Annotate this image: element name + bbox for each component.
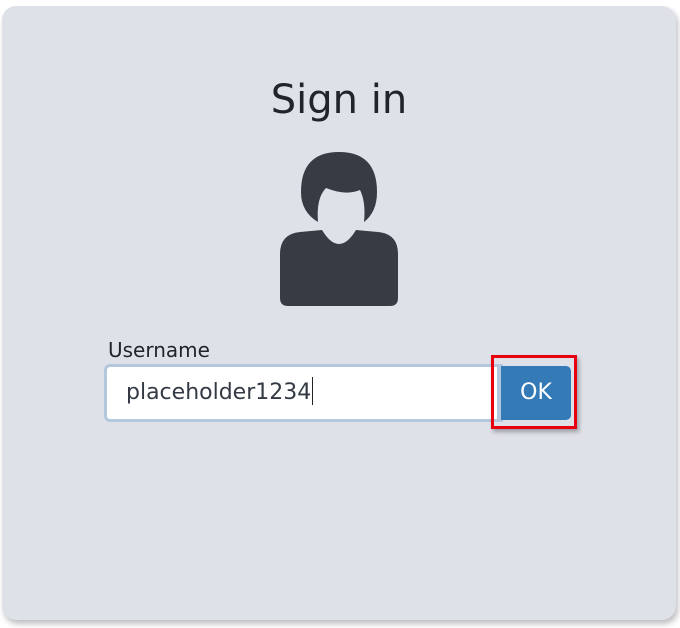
ok-button[interactable]: OK <box>501 366 571 420</box>
username-input[interactable]: placeholder1234 <box>104 364 500 422</box>
user-avatar-icon <box>280 152 398 306</box>
sign-in-card: Sign in Username <box>2 6 676 620</box>
username-input-value: placeholder1234 <box>126 380 312 405</box>
page-title: Sign in <box>270 77 408 123</box>
username-label: Username <box>108 338 210 362</box>
text-caret <box>312 377 314 405</box>
